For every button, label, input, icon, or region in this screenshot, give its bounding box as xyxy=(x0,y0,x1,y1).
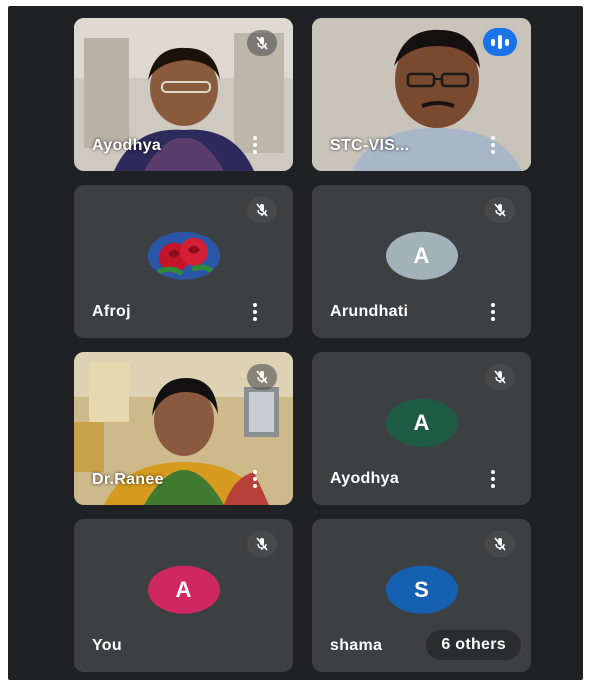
participant-name: Dr.Ranee xyxy=(92,471,164,488)
speaking-indicator-icon xyxy=(483,28,517,56)
participant-name: Arundhati xyxy=(330,303,409,320)
participant-tile-dr-ranee[interactable]: Dr.Ranee xyxy=(74,352,293,505)
participant-name: Afroj xyxy=(92,303,131,320)
participant-tile-you[interactable]: A You xyxy=(74,519,293,672)
mic-off-icon xyxy=(247,531,277,557)
participant-name: STC-VIS... xyxy=(330,137,410,154)
more-options-icon[interactable] xyxy=(491,470,495,488)
more-options-icon[interactable] xyxy=(253,470,257,488)
mic-off-icon xyxy=(247,197,277,223)
meeting-grid: Ayodhya STC-VIS... Afroj A Arundhati Dr.… xyxy=(8,6,583,680)
participant-name: shama xyxy=(330,637,383,654)
mic-off-icon xyxy=(247,30,277,56)
avatar: A xyxy=(385,231,458,280)
rose-avatar-image xyxy=(147,231,220,280)
avatar: S xyxy=(385,565,458,614)
participant-tile-stc-vis[interactable]: STC-VIS... xyxy=(312,18,531,171)
participant-tile-afroj[interactable]: Afroj xyxy=(74,185,293,338)
avatar: A xyxy=(385,398,458,447)
more-options-icon[interactable] xyxy=(253,136,257,154)
participant-name: You xyxy=(92,637,122,654)
mic-off-icon xyxy=(485,531,515,557)
more-options-icon[interactable] xyxy=(491,136,495,154)
participant-tile-shama[interactable]: S shama 6 others xyxy=(312,519,531,672)
participant-tile-ayodhya-video[interactable]: Ayodhya xyxy=(74,18,293,171)
participant-name: Ayodhya xyxy=(92,137,162,154)
mic-off-icon xyxy=(485,197,515,223)
participant-name: Ayodhya xyxy=(330,470,400,487)
others-button[interactable]: 6 others xyxy=(426,630,521,660)
avatar: A xyxy=(147,565,220,614)
mic-off-icon xyxy=(485,364,515,390)
more-options-icon[interactable] xyxy=(253,303,257,321)
more-options-icon[interactable] xyxy=(491,303,495,321)
participant-tile-arundhati[interactable]: A Arundhati xyxy=(312,185,531,338)
mic-off-icon xyxy=(247,364,277,390)
participant-tile-ayodhya[interactable]: A Ayodhya xyxy=(312,352,531,505)
